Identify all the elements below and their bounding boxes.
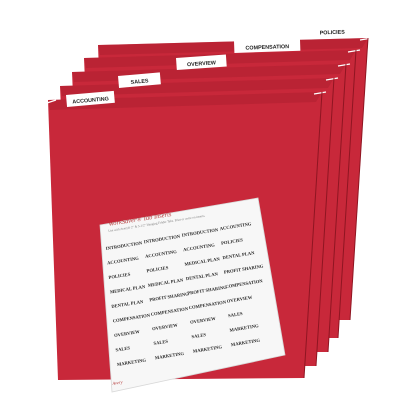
tab-label-policies: POLICIES <box>320 30 346 37</box>
hanging-folders-photo: POLICIES COMPENSATION OVERVIEW SALES ACC… <box>43 24 373 393</box>
